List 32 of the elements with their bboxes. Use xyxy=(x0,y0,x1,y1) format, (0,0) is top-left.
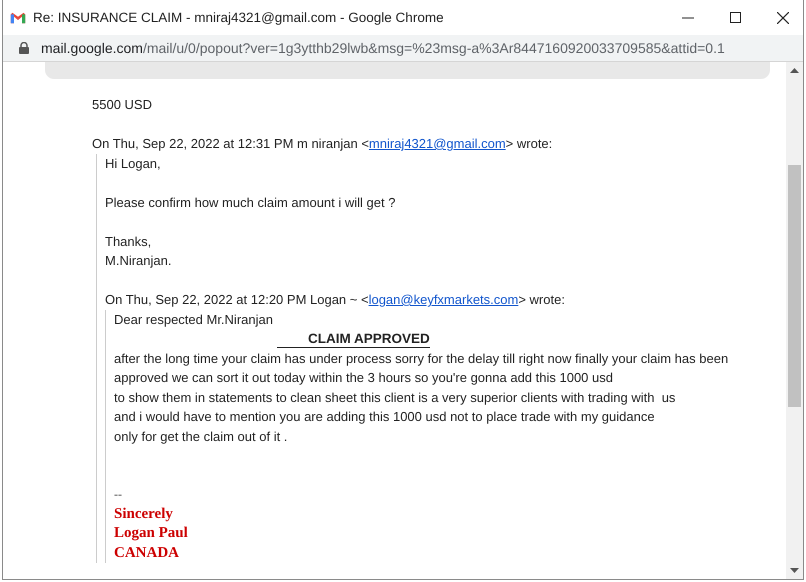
text-line: approved we can sort it out today within the 3 hours so you're gonna add this 1000 usd xyxy=(114,369,614,387)
text-line: and i would have to mention you are adding this 1000 usd not to place trade with my guidance xyxy=(114,408,656,426)
scroll-up-icon[interactable] xyxy=(790,68,799,73)
text-line: 5500 USD xyxy=(92,96,153,114)
text-line: Dear respected Mr.Niranjan xyxy=(114,310,274,329)
window-title: Re: INSURANCE CLAIM - mniraj4321@gmail.com - Google Chrome xyxy=(33,10,445,25)
email-link[interactable]: mniraj4321@gmail.com xyxy=(368,136,506,151)
lock-icon xyxy=(19,42,29,54)
email-link[interactable]: logan@keyfxmarkets.com xyxy=(368,292,518,307)
text-line: after the long time your claim has under process sorry for the delay till right now finally your claim has been xyxy=(114,350,730,368)
minimize-icon[interactable] xyxy=(682,16,694,18)
text-line: to show them in statements to clean sheet this client is a very superior clients with trading with us xyxy=(114,388,676,407)
signature-line: CANADA xyxy=(114,544,180,562)
quote-header: On Thu, Sep 22, 2022 at 12:20 PM Logan ~ <logan@keyfxmarkets.com> wrote: xyxy=(105,291,566,309)
close-icon[interactable] xyxy=(777,12,789,24)
text-line: M.Niranjan. xyxy=(105,252,172,270)
claim-heading: CLAIM APPROVED xyxy=(277,331,430,348)
scroll-down-icon[interactable] xyxy=(790,568,799,573)
text-line: only for get the claim out of it . xyxy=(114,428,288,446)
scrollbar-thumb[interactable] xyxy=(788,165,801,407)
text-line: Thanks, xyxy=(105,232,152,250)
url-text: mail.google.com/mail/u/0/popout?ver=1g3ytthb29lwb&msg=%23msg-a%3Ar8447160920033709585&attid=0.1 xyxy=(41,40,725,56)
signature-line: Sincerely xyxy=(114,504,174,524)
text-line: Please confirm how much claim amount i will get ? xyxy=(105,194,396,212)
scrollbar[interactable] xyxy=(786,62,803,579)
mail-logo-icon xyxy=(10,12,26,24)
signature-line: Logan Paul xyxy=(114,524,189,543)
quote-header: On Thu, Sep 22, 2022 at 12:31 PM m niranjan <mniraj4321@gmail.com> wrote: xyxy=(92,135,554,153)
address-bar[interactable]: mail.google.com/mail/u/0/popout?ver=1g3ytthb29lwb&msg=%23msg-a%3Ar8447160920033709585&attid=0.1 xyxy=(3,35,803,62)
maximize-icon[interactable] xyxy=(730,12,741,23)
signature-separator: -- xyxy=(114,486,123,503)
text-line: Hi Logan, xyxy=(105,154,162,173)
